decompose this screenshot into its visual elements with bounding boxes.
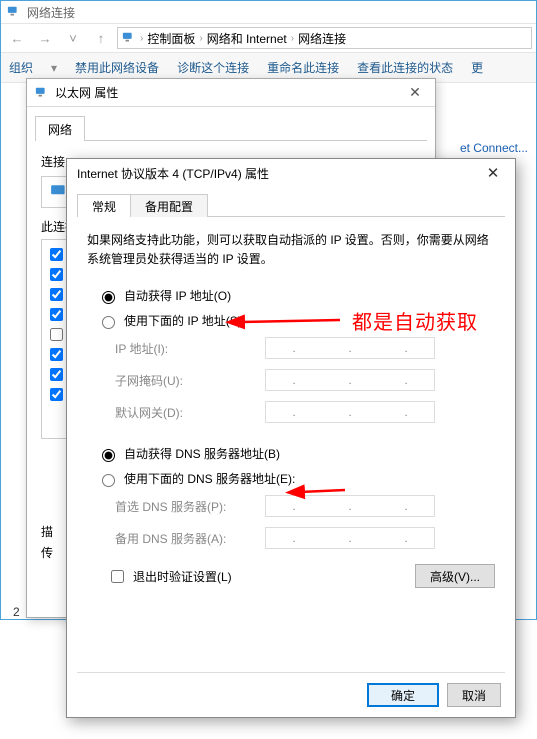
validate-label: 退出时验证设置(L) [133, 568, 232, 585]
description-heading: 描 传 [41, 523, 53, 561]
radio-ip-auto-input[interactable] [102, 291, 115, 304]
toolbar-status[interactable]: 查看此连接的状态 [357, 59, 453, 76]
dns-fields: 首选 DNS 服务器(P): ... 备用 DNS 服务器(A): ... [115, 495, 495, 549]
footer-separator [77, 672, 505, 673]
radio-dns-auto-label: 自动获得 DNS 服务器地址(B) [124, 445, 280, 462]
item-count: 2 [13, 605, 20, 619]
ipv4-description: 如果网络支持此功能，则可以获取自动指派的 IP 设置。否则，你需要从网络系统管理… [87, 231, 495, 269]
breadcrumb-2[interactable]: 网络和 Internet [207, 30, 287, 47]
radio-dns-manual-label: 使用下面的 DNS 服务器地址(E): [124, 470, 295, 487]
toolbar-diagnose[interactable]: 诊断这个连接 [177, 59, 249, 76]
tab-alternate[interactable]: 备用配置 [130, 194, 208, 217]
breadcrumb[interactable]: › 控制面板 › 网络和 Internet › 网络连接 [117, 27, 532, 49]
ip-fields: IP 地址(I): ... 子网掩码(U): ... 默认网关(D): ... [115, 337, 495, 423]
annotation-text: 都是自动获取 [352, 306, 478, 335]
tab-general[interactable]: 常规 [77, 194, 131, 217]
connection-item[interactable]: et Connect... [460, 141, 528, 155]
breadcrumb-1[interactable]: 控制面板 [147, 30, 195, 47]
item-checkbox[interactable] [50, 268, 63, 281]
chevron-right-icon: › [291, 33, 294, 44]
radio-ip-manual-input[interactable] [102, 316, 115, 329]
chevron-right-icon: › [140, 33, 143, 44]
radio-ip-auto[interactable]: 自动获得 IP 地址(O) [97, 287, 495, 304]
item-checkbox[interactable] [50, 368, 63, 381]
ok-button[interactable]: 确定 [367, 683, 439, 707]
back-button[interactable]: ← [5, 26, 29, 50]
advanced-button[interactable]: 高级(V)... [415, 564, 495, 588]
radio-dns-manual-input[interactable] [102, 474, 115, 487]
toolbar-organize[interactable]: 组织 [9, 59, 33, 76]
ipv4-title: Internet 协议版本 4 (TCP/IPv4) 属性 [77, 165, 481, 182]
ethernet-tabs: 网络 [35, 115, 427, 141]
item-checkbox[interactable] [50, 248, 63, 261]
ipv4-dialog: Internet 协议版本 4 (TCP/IPv4) 属性 ✕ 常规 备用配置 … [66, 158, 516, 718]
ipv4-titlebar: Internet 协议版本 4 (TCP/IPv4) 属性 ✕ [67, 159, 515, 187]
preferred-dns-label: 首选 DNS 服务器(P): [115, 498, 265, 515]
alternate-dns-label: 备用 DNS 服务器(A): [115, 530, 265, 547]
explorer-titlebar: 网络连接 [1, 1, 536, 23]
radio-dns-manual[interactable]: 使用下面的 DNS 服务器地址(E): [97, 470, 495, 487]
breadcrumb-3[interactable]: 网络连接 [298, 30, 346, 47]
item-checkbox[interactable] [50, 388, 63, 401]
network-icon [7, 5, 21, 19]
close-button[interactable]: ✕ [403, 84, 427, 101]
cancel-button[interactable]: 取消 [447, 683, 501, 707]
network-icon [122, 31, 136, 45]
up-button[interactable]: ↑ [89, 26, 113, 50]
toolbar-disable[interactable]: 禁用此网络设备 [75, 59, 159, 76]
radio-dns-auto-input[interactable] [102, 449, 115, 462]
validate-checkbox[interactable] [111, 570, 124, 583]
tab-network[interactable]: 网络 [35, 116, 85, 141]
radio-ip-manual-label: 使用下面的 IP 地址(S): [124, 312, 245, 329]
gateway-label: 默认网关(D): [115, 404, 265, 421]
ip-address-input: ... [265, 337, 435, 359]
item-checkbox[interactable] [50, 348, 63, 361]
chevron-right-icon: › [199, 33, 202, 44]
radio-ip-auto-label: 自动获得 IP 地址(O) [124, 287, 231, 304]
item-checkbox[interactable] [50, 288, 63, 301]
subnet-mask-label: 子网掩码(U): [115, 372, 265, 389]
forward-button[interactable]: → [33, 26, 57, 50]
network-icon [35, 86, 49, 100]
radio-dns-auto[interactable]: 自动获得 DNS 服务器地址(B) [97, 445, 495, 462]
item-checkbox[interactable] [50, 328, 63, 341]
item-checkbox[interactable] [50, 308, 63, 321]
recent-dropdown[interactable]: ˅ [61, 26, 85, 50]
ethernet-title: 以太网 属性 [55, 84, 403, 101]
toolbar-more[interactable]: 更 [471, 59, 483, 76]
subnet-mask-input: ... [265, 369, 435, 391]
ip-address-label: IP 地址(I): [115, 340, 265, 357]
preferred-dns-input: ... [265, 495, 435, 517]
close-button[interactable]: ✕ [481, 164, 505, 182]
explorer-navbar: ← → ˅ ↑ › 控制面板 › 网络和 Internet › 网络连接 [1, 23, 536, 53]
explorer-title: 网络连接 [27, 4, 75, 21]
toolbar-rename[interactable]: 重命名此连接 [267, 59, 339, 76]
ipv4-tabs: 常规 备用配置 [77, 193, 505, 217]
ethernet-titlebar: 以太网 属性 ✕ [27, 79, 435, 107]
gateway-input: ... [265, 401, 435, 423]
alternate-dns-input: ... [265, 527, 435, 549]
ipv4-footer: 确定 取消 [367, 683, 501, 707]
